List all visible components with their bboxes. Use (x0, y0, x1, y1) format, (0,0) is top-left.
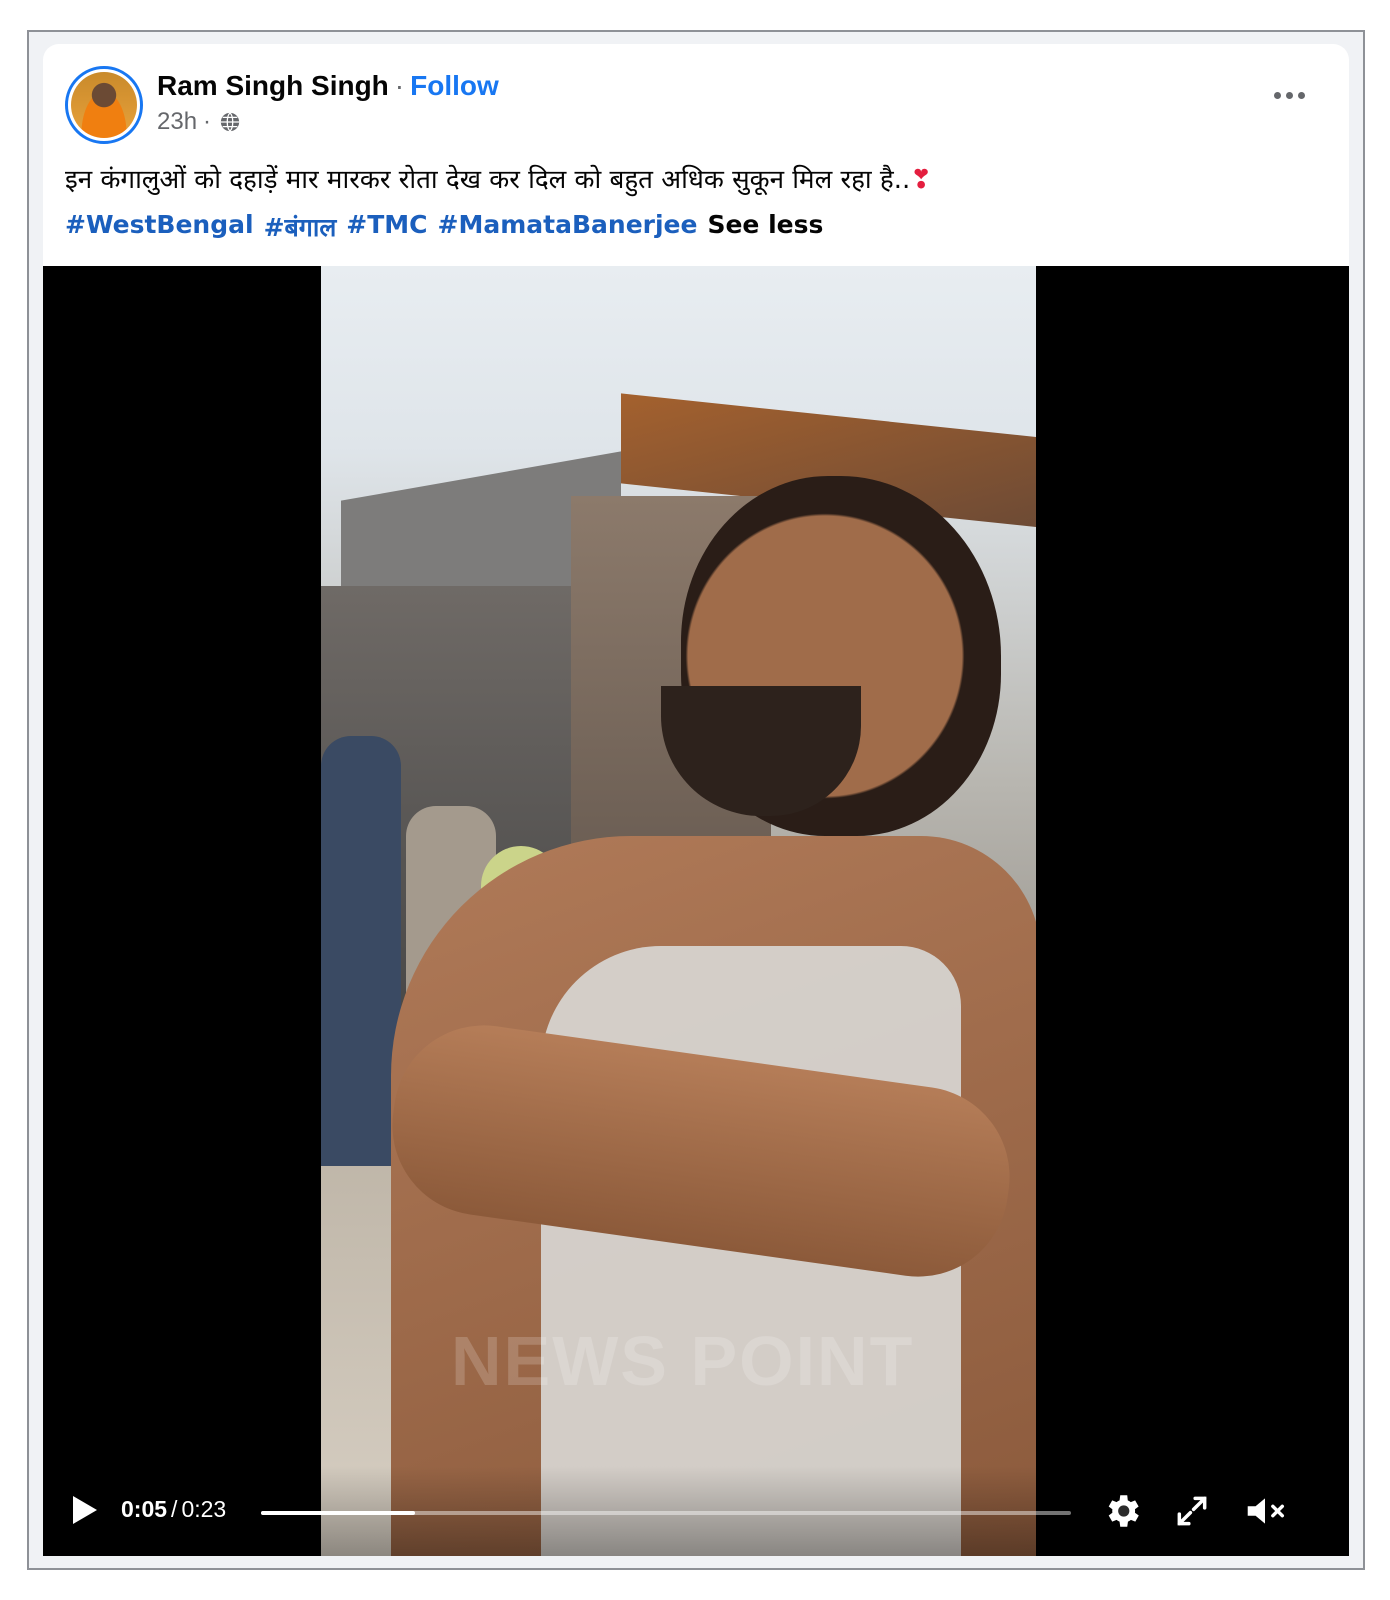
video-watermark: NEWS POINT (451, 1322, 915, 1400)
author-name[interactable]: Ram Singh Singh (157, 70, 389, 102)
settings-icon[interactable] (1101, 1490, 1143, 1532)
follow-button[interactable]: Follow (410, 70, 499, 102)
author-avatar[interactable] (65, 66, 143, 144)
post-meta: 23h · (157, 108, 241, 136)
video-controls: 0:05 / 0:23 (43, 1466, 1349, 1556)
play-icon[interactable] (67, 1492, 101, 1528)
post-card: Ram Singh Singh · Follow 23h · इन कंगालु… (43, 44, 1349, 1556)
hashtag-list: #WestBengal #बंगाल #TMC #MamataBanerjee … (65, 210, 823, 244)
hashtag-link[interactable]: #बंगाल (264, 210, 337, 244)
more-options-icon[interactable] (1269, 80, 1309, 110)
time-readout: 0:05 / 0:23 (121, 1496, 226, 1523)
more-dot (1285, 91, 1293, 99)
video-scene-person (321, 736, 401, 1166)
video-player[interactable]: NEWS POINT 0:05 / 0:23 (43, 266, 1349, 1556)
progress-fill (261, 1511, 415, 1515)
time-separator: / (171, 1496, 178, 1522)
meta-separator: · (203, 108, 212, 135)
post-timestamp[interactable]: 23h (157, 108, 197, 136)
hashtag-link[interactable]: #MamataBanerjee (438, 210, 698, 244)
video-frame[interactable]: NEWS POINT (321, 266, 1036, 1556)
see-less-button[interactable]: See less (707, 210, 823, 244)
author-line: Ram Singh Singh · Follow (157, 70, 499, 102)
muted-volume-icon[interactable] (1243, 1492, 1287, 1530)
avatar-image (71, 72, 137, 138)
separator-dot: · (394, 70, 405, 101)
duration: 0:23 (181, 1496, 227, 1522)
feed-frame: Ram Singh Singh · Follow 23h · इन कंगालु… (27, 30, 1365, 1570)
more-dot (1297, 91, 1305, 99)
progress-bar[interactable] (261, 1511, 1071, 1515)
post-text: इन कंगालुओं को दहाड़ें मार मारकर रोता दे… (65, 160, 932, 196)
fullscreen-icon[interactable] (1173, 1492, 1211, 1530)
more-dot (1273, 91, 1281, 99)
hashtag-link[interactable]: #WestBengal (65, 210, 254, 244)
current-time: 0:05 (121, 1496, 168, 1522)
globe-icon[interactable] (219, 111, 241, 133)
heart-exclamation-icon: ❣ (910, 165, 933, 195)
post-text-body: इन कंगालुओं को दहाड़ें मार मारकर रोता दे… (65, 165, 911, 195)
hashtag-link[interactable]: #TMC (346, 210, 427, 244)
